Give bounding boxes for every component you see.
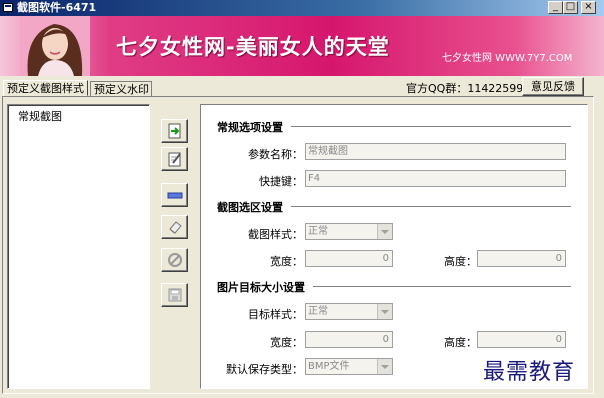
save-type-value: BMP文件: [308, 361, 350, 372]
hotkey-label: 快捷键：: [259, 175, 303, 188]
section-divider: [291, 206, 571, 208]
param-name-label: 参数名称：: [248, 148, 303, 161]
model-photo: [20, 16, 90, 76]
tab-screenshot-styles[interactable]: 预定义截图样式: [3, 80, 88, 96]
target-width-label: 宽度：: [270, 336, 303, 349]
section-capture-area: 截图选区设置: [217, 201, 283, 214]
close-button[interactable]: ×: [581, 1, 596, 14]
target-width-input[interactable]: 0: [305, 331, 393, 348]
list-item[interactable]: 常规截图: [18, 108, 62, 124]
settings-panel: 常规选项设置 参数名称： 常规截图 快捷键： F4 截图选区设置 截图样式： 正…: [200, 104, 588, 389]
style-list[interactable]: 常规截图: [7, 104, 150, 389]
target-height-label: 高度：: [444, 336, 477, 349]
chevron-down-icon[interactable]: [377, 224, 392, 239]
maximize-button[interactable]: □: [563, 1, 578, 14]
remove-button[interactable]: [161, 183, 188, 207]
save-type-select[interactable]: BMP文件: [305, 358, 393, 375]
tab-watermarks[interactable]: 预定义水印: [90, 81, 152, 96]
width-label: 宽度：: [270, 255, 303, 268]
edit-icon: [168, 152, 181, 167]
chevron-down-icon[interactable]: [377, 304, 392, 319]
banner-slogan: 七夕女性网-美丽女人的天堂: [116, 35, 390, 59]
watermark: 最需教育: [483, 360, 576, 385]
save-button[interactable]: [161, 283, 188, 307]
edit-button[interactable]: [161, 147, 188, 171]
target-style-select[interactable]: 正常: [305, 303, 393, 320]
disable-icon: [168, 253, 182, 267]
target-style-value: 正常: [308, 306, 328, 317]
target-height-input[interactable]: 0: [477, 331, 566, 348]
window-title: 截图软件-6471: [17, 1, 97, 14]
disable-button[interactable]: [161, 248, 188, 272]
hotkey-input[interactable]: F4: [305, 170, 566, 187]
banner-site: 七夕女性网 WWW.7Y7.COM: [442, 53, 573, 64]
chevron-down-icon[interactable]: [377, 359, 392, 374]
eraser-icon: [169, 221, 182, 234]
add-button[interactable]: [161, 119, 188, 143]
app-icon: [3, 3, 13, 12]
qq-group-label: 官方QQ群：114225995: [406, 82, 531, 95]
section-divider: [291, 126, 571, 128]
capture-style-label: 截图样式：: [248, 228, 303, 241]
ad-banner[interactable]: 七夕女性网-美丽女人的天堂 七夕女性网 WWW.7Y7.COM: [0, 16, 604, 76]
section-divider: [313, 286, 571, 288]
section-target-size: 图片目标大小设置: [217, 281, 305, 294]
add-icon: [168, 123, 181, 139]
target-style-label: 目标样式：: [248, 308, 303, 321]
width-input[interactable]: 0: [305, 250, 393, 267]
height-input[interactable]: 0: [477, 250, 566, 267]
clear-button[interactable]: [161, 215, 188, 239]
feedback-button[interactable]: 意见反馈: [522, 77, 584, 96]
capture-style-value: 正常: [308, 226, 328, 237]
height-label: 高度：: [444, 255, 477, 268]
capture-style-select[interactable]: 正常: [305, 223, 393, 240]
remove-icon: [167, 192, 183, 199]
param-name-input[interactable]: 常规截图: [305, 143, 566, 160]
save-type-label: 默认保存类型：: [226, 363, 303, 376]
save-icon: [168, 288, 182, 302]
title-bar[interactable]: 截图软件-6471 _ □ ×: [0, 0, 604, 16]
section-general: 常规选项设置: [217, 121, 283, 134]
minimize-button[interactable]: _: [548, 1, 563, 14]
